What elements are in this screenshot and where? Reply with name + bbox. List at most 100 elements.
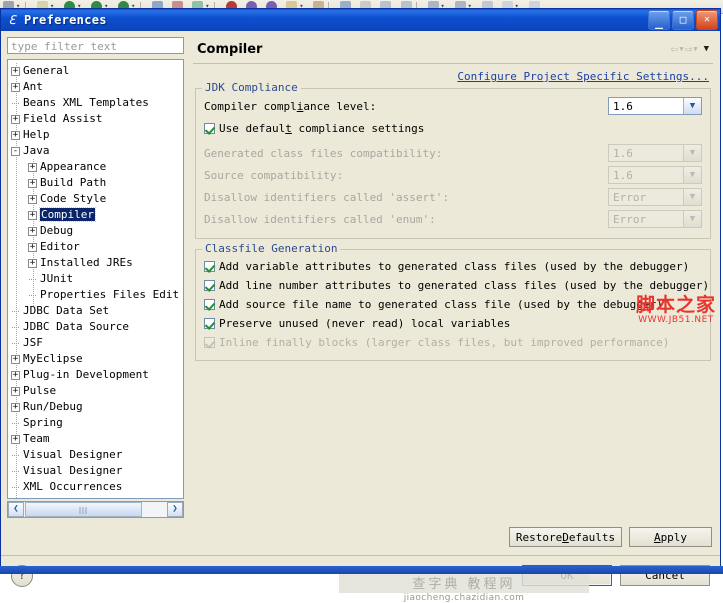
tree-item-installed-jres[interactable]: + Installed JREs (8, 255, 183, 271)
expand-icon[interactable]: + (11, 130, 20, 140)
forward-dropdown-icon[interactable]: ▼ (693, 45, 697, 53)
expand-icon[interactable]: + (11, 114, 20, 124)
expand-icon[interactable]: + (28, 178, 37, 188)
tree-item-field-assist[interactable]: + Field Assist (8, 111, 183, 127)
compliance-level-label: Compiler compliance level: (204, 99, 377, 113)
tree-item-visual-designer[interactable]: Visual Designer (8, 447, 183, 463)
expand-icon[interactable]: + (11, 354, 20, 364)
expand-icon[interactable]: + (11, 82, 20, 92)
apply-button[interactable]: Apply (629, 527, 712, 547)
combo-source-compatibility: 1.6 ▼ (608, 166, 702, 184)
tree-item-visual-designer[interactable]: Visual Designer (8, 463, 183, 479)
tree-item-label: Compiler (39, 207, 96, 222)
tree-item-label: Pulse (23, 384, 57, 397)
page-header: Compiler ⇦ ▼ ⇨ ▼ ▼ (191, 35, 715, 63)
watermark-secondary-url: jiaocheng.chazidian.com (403, 593, 525, 603)
checkbox-inline-finally-blocks (204, 337, 215, 348)
tree-item-jdbc-data-source[interactable]: JDBC Data Source (8, 319, 183, 335)
tree-item-build-path[interactable]: + Build Path (8, 175, 183, 191)
checkbox-add-source-file-name-to-generated-class-file[interactable] (204, 299, 215, 310)
expand-icon[interactable]: + (11, 370, 20, 380)
tree-item-label: Build Path (40, 176, 107, 189)
tree-item-spring[interactable]: Spring (8, 415, 183, 431)
scroll-right-button[interactable]: ❯ (167, 502, 183, 517)
back-dropdown-icon[interactable]: ▼ (679, 45, 683, 53)
tree-item-help[interactable]: + Help (8, 127, 183, 143)
scroll-left-button[interactable]: ❮ (8, 502, 24, 517)
expand-icon[interactable]: + (11, 402, 20, 412)
tree-item-ant[interactable]: + Ant (8, 79, 183, 95)
checkbox-preserve-unused[interactable] (204, 318, 215, 329)
expand-icon[interactable]: + (28, 194, 37, 204)
tree-item-editor[interactable]: + Editor (8, 239, 183, 255)
collapse-icon[interactable]: - (11, 146, 20, 156)
tree-item-label: Field Assist (23, 112, 103, 125)
tree-item-appearance[interactable]: + Appearance (8, 159, 183, 175)
expand-icon[interactable]: + (28, 258, 37, 268)
title-bar[interactable]: ℇ Preferences _ □ ✕ (1, 9, 720, 31)
leaf-icon (28, 275, 37, 284)
combo-value: Error (613, 212, 647, 226)
expand-icon[interactable]: + (11, 386, 20, 396)
tree-item-code-style[interactable]: + Code Style (8, 191, 183, 207)
tree-item-plug-in-development[interactable]: + Plug-in Development (8, 367, 183, 383)
scrollbar-track[interactable] (143, 502, 167, 517)
tree-item-java[interactable]: - Java (8, 143, 183, 159)
expand-icon[interactable]: + (28, 226, 37, 236)
checkbox-row-add-variable-attributes-to-generated-class-files[interactable]: Add variable attributes to generated cla… (204, 257, 702, 276)
tree-item-jsf[interactable]: JSF (8, 335, 183, 351)
tree-item-team[interactable]: + Team (8, 431, 183, 447)
tree-item-properties-files-edit[interactable]: Properties Files Edit (8, 287, 183, 303)
label-disallow-identifiers-called-enum: Disallow identifiers called 'enum': (204, 212, 436, 226)
scrollbar-thumb[interactable] (25, 502, 142, 517)
expand-icon[interactable]: + (28, 242, 37, 252)
filter-input[interactable]: type filter text (7, 37, 184, 54)
checkbox-add-variable-attributes-to-generated-class-files[interactable] (204, 261, 215, 272)
dialog-body: type filter text + General + Ant Beans XML T… (1, 31, 720, 603)
tree-item-debug[interactable]: + Debug (8, 223, 183, 239)
combo-value: 1.6 (613, 146, 633, 160)
expand-icon[interactable]: + (11, 434, 20, 444)
chevron-down-icon[interactable]: ▼ (683, 98, 701, 114)
close-button[interactable]: ✕ (696, 10, 718, 30)
combo-disallow-identifiers-called-enum: Error ▼ (608, 210, 702, 228)
tree-item-junit[interactable]: JUnit (8, 271, 183, 287)
tree-item-jdbc-data-set[interactable]: JDBC Data Set (8, 303, 183, 319)
checkbox-add-line-number-attributes-to-generated-class-files[interactable] (204, 280, 215, 291)
expand-icon[interactable]: + (28, 210, 37, 220)
apply-button-row: Restore Defaults Apply (509, 527, 712, 547)
use-default-compliance-row[interactable]: Use default compliance settings (204, 119, 702, 138)
preferences-tree[interactable]: + General + Ant Beans XML Templates + Field As… (7, 59, 184, 499)
tree-item-compiler[interactable]: + Compiler (8, 207, 183, 223)
checkbox-row-preserve-unused[interactable]: Preserve unused (never read) local varia… (204, 314, 702, 333)
tree-item-beans-xml-templates[interactable]: Beans XML Templates (8, 95, 183, 111)
checkbox-row-inline-finally-blocks: Inline finally blocks (larger class file… (204, 333, 702, 352)
row-source-compatibility: Source compatibility: 1.6 ▼ (204, 164, 702, 186)
checkbox-row-add-source-file-name-to-generated-class-file[interactable]: Add source file name to generated class … (204, 295, 702, 314)
back-arrow-icon[interactable]: ⇦ (670, 43, 678, 56)
maximize-icon: □ (679, 13, 687, 26)
compliance-level-combo[interactable]: 1.6 ▼ (608, 97, 702, 115)
tree-item-general[interactable]: + General (8, 63, 183, 79)
forward-arrow-icon[interactable]: ⇨ (685, 43, 693, 56)
maximize-button[interactable]: □ (672, 10, 694, 30)
tree-horizontal-scrollbar[interactable]: ❮ ❯ (7, 501, 184, 518)
tree-item-pulse[interactable]: + Pulse (8, 383, 183, 399)
leaf-icon (11, 307, 20, 316)
tree-item-run-debug[interactable]: + Run/Debug (8, 399, 183, 415)
tree-item-xml-occurrences[interactable]: XML Occurrences (8, 479, 183, 495)
chevron-down-icon[interactable]: ▼ (704, 44, 709, 54)
tree-item-myeclipse[interactable]: + MyEclipse (8, 351, 183, 367)
chevron-down-icon: ▼ (683, 167, 701, 183)
tree-item-label: Debug (40, 224, 74, 237)
tree-item-label: JDBC Data Set (23, 304, 110, 317)
minimize-button[interactable]: _ (648, 10, 670, 30)
expand-icon[interactable]: + (28, 162, 37, 172)
checkbox-row-add-line-number-attributes-to-generated-class-files[interactable]: Add line number attributes to generated … (204, 276, 709, 295)
expand-icon[interactable]: + (11, 66, 20, 76)
use-default-compliance-checkbox[interactable] (204, 123, 215, 134)
footer-divider (1, 555, 720, 556)
chevron-down-icon: ▼ (683, 189, 701, 205)
restore-defaults-button[interactable]: Restore Defaults (509, 527, 622, 547)
close-icon: ✕ (703, 14, 711, 25)
